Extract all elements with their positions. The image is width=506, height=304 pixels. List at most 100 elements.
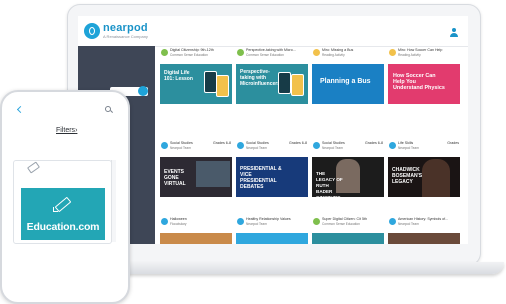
- badge-icon: [237, 218, 244, 225]
- card-header: Miro: Missing a Bus Reading Activity: [312, 47, 384, 63]
- portrait-photo: [422, 159, 450, 197]
- card-subtitle: Common Sense Education: [246, 53, 284, 57]
- card-title: American History: Symbols of...: [398, 217, 449, 221]
- lesson-card[interactable]: Miro: How Soccer Can Help Reading Activi…: [388, 47, 460, 107]
- lesson-card[interactable]: American History: Symbols of... Nearpod …: [388, 216, 460, 244]
- card-title: Miro: How Soccer Can Help: [398, 48, 443, 52]
- lesson-card[interactable]: Social Studies Nearpod Team Grades 6-8 E…: [160, 140, 232, 200]
- badge-icon: [161, 218, 168, 225]
- card-thumbnail[interactable]: EVENTS GONE VIRTUAL: [160, 157, 232, 197]
- card-subtitle: Common Sense Education: [322, 222, 360, 226]
- badge-icon: [313, 142, 320, 149]
- card-header: Life Skills Nearpod Team Grades: [388, 140, 460, 156]
- badge-icon: [161, 142, 168, 149]
- lesson-card[interactable]: Perspective-taking with Micro... Common …: [236, 47, 308, 107]
- card-subtitle: Reading Activity: [322, 53, 345, 57]
- card-header: Miro: How Soccer Can Help Reading Activi…: [388, 47, 460, 63]
- badge-icon: [237, 142, 244, 149]
- event-photo: [196, 161, 230, 187]
- thumbnail-caption: Perspective-taking with Microinfluencers: [240, 69, 281, 87]
- thumbnail-caption: PRESIDENTIAL & VICE PRESIDENTIAL DEBATES: [240, 166, 282, 190]
- thumbnail-caption: Digital Life 101: Lesson: [164, 70, 193, 82]
- phone-illustration-icon: [278, 72, 291, 94]
- phone-illustration-icon: [216, 75, 229, 97]
- card-thumbnail[interactable]: Perspective-taking with Microinfluencers: [236, 64, 308, 104]
- card-thumbnail[interactable]: How Soccer Can Help You Understand Physi…: [388, 64, 460, 104]
- thumbnail-caption: Planning a Bus: [320, 78, 371, 85]
- badge-icon: [389, 49, 396, 56]
- thumbnail-caption: CHADWICK BOSEMAN'S LEGACY: [392, 167, 423, 185]
- card-subtitle: Nearpod Team: [170, 146, 191, 150]
- card-header: Social Studies Nearpod Team Grades 6-8: [236, 140, 308, 156]
- app-header: nearpod A Renaissance Company: [78, 16, 468, 47]
- card-thumbnail[interactable]: Planning a Bus: [312, 64, 384, 104]
- lesson-card[interactable]: Miro: Missing a Bus Reading Activity Pla…: [312, 47, 384, 107]
- card-subtitle: Common Sense Education: [170, 53, 208, 57]
- card-thumbnail[interactable]: Digital Life 101: Lesson: [160, 64, 232, 104]
- card-header: Perspective-taking with Micro... Common …: [236, 47, 308, 63]
- badge-icon: [313, 49, 320, 56]
- tag-icon: [26, 161, 41, 174]
- card-grade: Grades 6-8: [365, 141, 383, 145]
- card-subtitle: Reading Activity: [398, 53, 421, 57]
- badge-icon: [389, 142, 396, 149]
- next-card-edge[interactable]: [111, 160, 116, 242]
- card-title: Miro: Missing a Bus: [322, 48, 354, 52]
- badge-icon: [313, 218, 320, 225]
- card-subtitle: Flocabulary: [170, 222, 187, 226]
- lesson-card[interactable]: Healthy Relationship Values Nearpod Team: [236, 216, 308, 244]
- laptop-screen: nearpod A Renaissance Company Digital Ci…: [78, 16, 468, 244]
- card-subtitle: Nearpod Team: [398, 222, 419, 226]
- pencil-icon: [51, 196, 73, 213]
- lesson-card[interactable]: Social Studies Nearpod Team Grades 6-8 T…: [312, 140, 384, 200]
- back-chevron-icon[interactable]: [16, 106, 24, 114]
- chevron-right-icon: ›: [75, 127, 78, 134]
- user-icon[interactable]: [450, 28, 458, 37]
- card-title: Digital Citizenship: 9th-12th: [170, 48, 214, 52]
- lesson-card[interactable]: Life Skills Nearpod Team Grades CHADWICK…: [388, 140, 460, 200]
- brand-name: nearpod: [103, 22, 148, 34]
- thumbnail-caption: EVENTS GONE VIRTUAL: [164, 169, 186, 187]
- card-grade: Grades 6-8: [289, 141, 307, 145]
- lesson-card[interactable]: Halloween Flocabulary: [160, 216, 232, 244]
- card-subtitle: Nearpod Team: [322, 146, 343, 150]
- badge-icon: [237, 49, 244, 56]
- education-com-label: Education.com: [26, 221, 100, 233]
- lesson-card[interactable]: Super Digital Citizen: Cit 5th Common Se…: [312, 216, 384, 244]
- search-icon[interactable]: [105, 106, 114, 114]
- thumbnail-caption: How Soccer Can Help You Understand Physi…: [393, 73, 445, 92]
- card-title: Perspective-taking with Micro...: [246, 48, 296, 52]
- card-grade: Grades 6-8: [213, 141, 231, 145]
- card-header: Digital Citizenship: 9th-12th Common Sen…: [160, 47, 232, 63]
- card-thumbnail[interactable]: [236, 233, 308, 244]
- lesson-card[interactable]: Digital Citizenship: 9th-12th Common Sen…: [160, 47, 232, 107]
- card-title: Super Digital Citizen: Cit 5th: [322, 217, 367, 221]
- card-grade: Grades: [447, 141, 459, 145]
- card-subtitle: Nearpod Team: [246, 222, 267, 226]
- card-thumbnail[interactable]: [312, 233, 384, 244]
- sidebar-toggle-icon[interactable]: [138, 86, 148, 96]
- card-thumbnail[interactable]: CHADWICK BOSEMAN'S LEGACY: [388, 157, 460, 197]
- card-header: American History: Symbols of... Nearpod …: [388, 216, 460, 232]
- card-subtitle: Nearpod Team: [246, 146, 267, 150]
- card-thumbnail[interactable]: THE LEGACY OF RUTH BADER GINSBURG: [312, 157, 384, 197]
- lesson-card[interactable]: Social Studies Nearpod Team Grades 6-8 P…: [236, 140, 308, 200]
- card-title: Healthy Relationship Values: [246, 217, 291, 221]
- card-thumbnail[interactable]: [388, 233, 460, 244]
- card-header: Halloween Flocabulary: [160, 216, 232, 232]
- filters-link[interactable]: Filters›: [56, 127, 77, 134]
- nearpod-logo-icon[interactable]: [84, 23, 100, 39]
- card-thumbnail[interactable]: [160, 233, 232, 244]
- card-header: Super Digital Citizen: Cit 5th Common Se…: [312, 216, 384, 232]
- badge-icon: [161, 49, 168, 56]
- card-title: Halloween: [170, 217, 187, 221]
- brand-tagline: A Renaissance Company: [103, 34, 148, 39]
- card-thumbnail[interactable]: PRESIDENTIAL & VICE PRESIDENTIAL DEBATES: [236, 157, 308, 197]
- phone-illustration-icon: [291, 74, 304, 96]
- card-header: Healthy Relationship Values Nearpod Team: [236, 216, 308, 232]
- card-header: Social Studies Nearpod Team Grades 6-8: [160, 140, 232, 156]
- badge-icon: [389, 218, 396, 225]
- filters-label: Filters: [56, 127, 76, 134]
- thumbnail-caption: THE LEGACY OF RUTH BADER GINSBURG: [316, 171, 343, 197]
- card-subtitle: Nearpod Team: [398, 146, 419, 150]
